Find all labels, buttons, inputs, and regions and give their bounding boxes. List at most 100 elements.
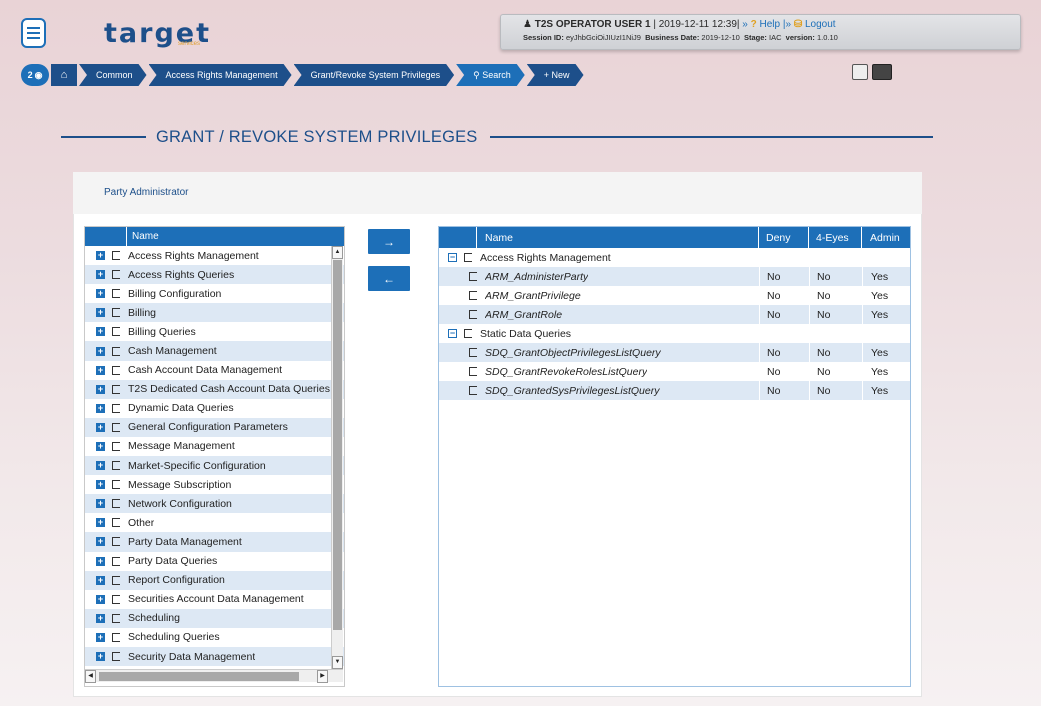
checkbox-icon[interactable]: [112, 384, 120, 394]
admin-cell[interactable]: Yes: [862, 286, 910, 305]
four-eyes-cell[interactable]: No: [809, 343, 862, 362]
collapse-icon[interactable]: −: [448, 329, 457, 338]
checkbox-icon[interactable]: [112, 403, 120, 413]
name-column-header[interactable]: Name: [127, 231, 159, 242]
four-eyes-cell[interactable]: [809, 248, 862, 267]
save-icon[interactable]: [852, 64, 868, 80]
expand-icon[interactable]: +: [96, 575, 105, 585]
name-header[interactable]: Name: [477, 227, 759, 248]
four-eyes-cell[interactable]: No: [809, 286, 862, 305]
search-button[interactable]: ⚲ Search: [456, 64, 525, 86]
list-item[interactable]: + T2S Dedicated Cash Account Data Queries: [85, 379, 344, 399]
checkbox-icon[interactable]: [469, 348, 477, 357]
history-badge[interactable]: 2 ◉: [21, 64, 49, 86]
list-item[interactable]: + Securities Account Data Management: [85, 590, 344, 609]
list-item[interactable]: + Report Configuration: [85, 570, 344, 590]
deny-cell[interactable]: [759, 248, 809, 267]
breadcrumb-grant-revoke[interactable]: Grant/Revoke System Privileges: [294, 64, 455, 86]
expand-icon[interactable]: +: [96, 480, 105, 490]
scroll-thumb[interactable]: [333, 260, 342, 630]
help-link[interactable]: Help: [760, 19, 781, 30]
deny-cell[interactable]: No: [759, 381, 809, 400]
admin-cell[interactable]: Yes: [862, 267, 910, 286]
expand-icon[interactable]: +: [96, 289, 105, 299]
four-eyes-cell[interactable]: No: [809, 362, 862, 381]
table-row[interactable]: ARM_GrantRole No No Yes: [439, 305, 910, 324]
table-row[interactable]: − Static Data Queries: [439, 324, 910, 343]
breadcrumb-common[interactable]: Common: [79, 64, 147, 86]
checkbox-icon[interactable]: [112, 461, 120, 471]
checkbox-icon[interactable]: [112, 346, 120, 356]
expand-icon[interactable]: +: [96, 613, 105, 623]
list-item[interactable]: + Billing Queries: [85, 322, 344, 341]
list-item[interactable]: + Billing: [85, 303, 344, 323]
list-item[interactable]: + Scheduling: [85, 608, 344, 628]
table-row[interactable]: SDQ_GrantedSysPrivilegesListQuery No No Yes: [439, 381, 910, 400]
table-row[interactable]: ARM_AdministerParty No No Yes: [439, 267, 910, 286]
admin-cell[interactable]: Yes: [862, 343, 910, 362]
scroll-right-icon[interactable]: ▶: [317, 670, 328, 683]
expand-icon[interactable]: +: [96, 518, 105, 528]
checkbox-icon[interactable]: [464, 253, 472, 262]
list-item[interactable]: + Scheduling Queries: [85, 628, 344, 647]
checkbox-icon[interactable]: [112, 518, 120, 528]
checkbox-icon[interactable]: [112, 499, 120, 509]
list-item[interactable]: + Access Rights Management: [85, 246, 344, 265]
expand-icon[interactable]: +: [96, 346, 105, 356]
list-item[interactable]: + Market-Specific Configuration: [85, 456, 344, 476]
hscroll-thumb[interactable]: [99, 672, 299, 681]
expand-icon[interactable]: +: [96, 537, 105, 547]
deny-cell[interactable]: No: [759, 362, 809, 381]
deny-header[interactable]: Deny: [759, 227, 809, 248]
list-item[interactable]: + Party Data Management: [85, 532, 344, 552]
checkbox-icon[interactable]: [112, 308, 120, 318]
checkbox-icon[interactable]: [112, 365, 120, 375]
new-button[interactable]: + New: [527, 64, 584, 86]
vertical-scrollbar[interactable]: ▲ ▼: [331, 246, 343, 669]
print-icon[interactable]: [872, 64, 892, 80]
checkbox-icon[interactable]: [112, 327, 120, 337]
home-button[interactable]: ⌂: [51, 64, 77, 86]
checkbox-icon[interactable]: [112, 652, 120, 662]
checkbox-icon[interactable]: [112, 441, 120, 451]
logout-link[interactable]: Logout: [805, 19, 836, 30]
checkbox-icon[interactable]: [469, 310, 477, 319]
deny-cell[interactable]: No: [759, 286, 809, 305]
admin-cell[interactable]: Yes: [862, 381, 910, 400]
admin-cell[interactable]: [862, 248, 910, 267]
list-item[interactable]: + Network Configuration: [85, 494, 344, 514]
list-item[interactable]: + Access Rights Queries: [85, 265, 344, 285]
checkbox-icon[interactable]: [112, 289, 120, 299]
checkbox-icon[interactable]: [112, 632, 120, 642]
list-item[interactable]: + Party Data Queries: [85, 552, 344, 571]
deny-cell[interactable]: [759, 324, 809, 343]
four-eyes-header[interactable]: 4-Eyes: [809, 227, 862, 248]
scroll-left-icon[interactable]: ◀: [85, 670, 96, 683]
checkbox-icon[interactable]: [112, 575, 120, 585]
breadcrumb-access-rights-management[interactable]: Access Rights Management: [149, 64, 292, 86]
deny-cell[interactable]: No: [759, 343, 809, 362]
four-eyes-cell[interactable]: No: [809, 305, 862, 324]
expand-icon[interactable]: +: [96, 594, 105, 604]
checkbox-icon[interactable]: [464, 329, 472, 338]
admin-cell[interactable]: Yes: [862, 305, 910, 324]
scroll-up-icon[interactable]: ▲: [332, 246, 343, 259]
checkbox-icon[interactable]: [469, 367, 477, 376]
expand-icon[interactable]: +: [96, 403, 105, 413]
admin-header[interactable]: Admin: [862, 232, 910, 244]
move-right-button[interactable]: →: [368, 229, 410, 254]
expand-icon[interactable]: +: [96, 308, 105, 318]
list-item[interactable]: + Cash Account Data Management: [85, 361, 344, 380]
scroll-down-icon[interactable]: ▼: [332, 656, 343, 669]
checkbox-icon[interactable]: [112, 422, 120, 432]
table-row[interactable]: SDQ_GrantObjectPrivilegesListQuery No No Ye…: [439, 343, 910, 362]
admin-cell[interactable]: Yes: [862, 362, 910, 381]
admin-cell[interactable]: [862, 324, 910, 343]
checkbox-icon[interactable]: [112, 480, 120, 490]
list-item[interactable]: + Dynamic Data Queries: [85, 399, 344, 418]
expand-icon[interactable]: +: [96, 461, 105, 471]
checkbox-icon[interactable]: [112, 537, 120, 547]
list-item[interactable]: + Security Data Management: [85, 646, 344, 667]
expand-icon[interactable]: +: [96, 422, 105, 432]
table-row[interactable]: − Access Rights Management: [439, 248, 910, 267]
